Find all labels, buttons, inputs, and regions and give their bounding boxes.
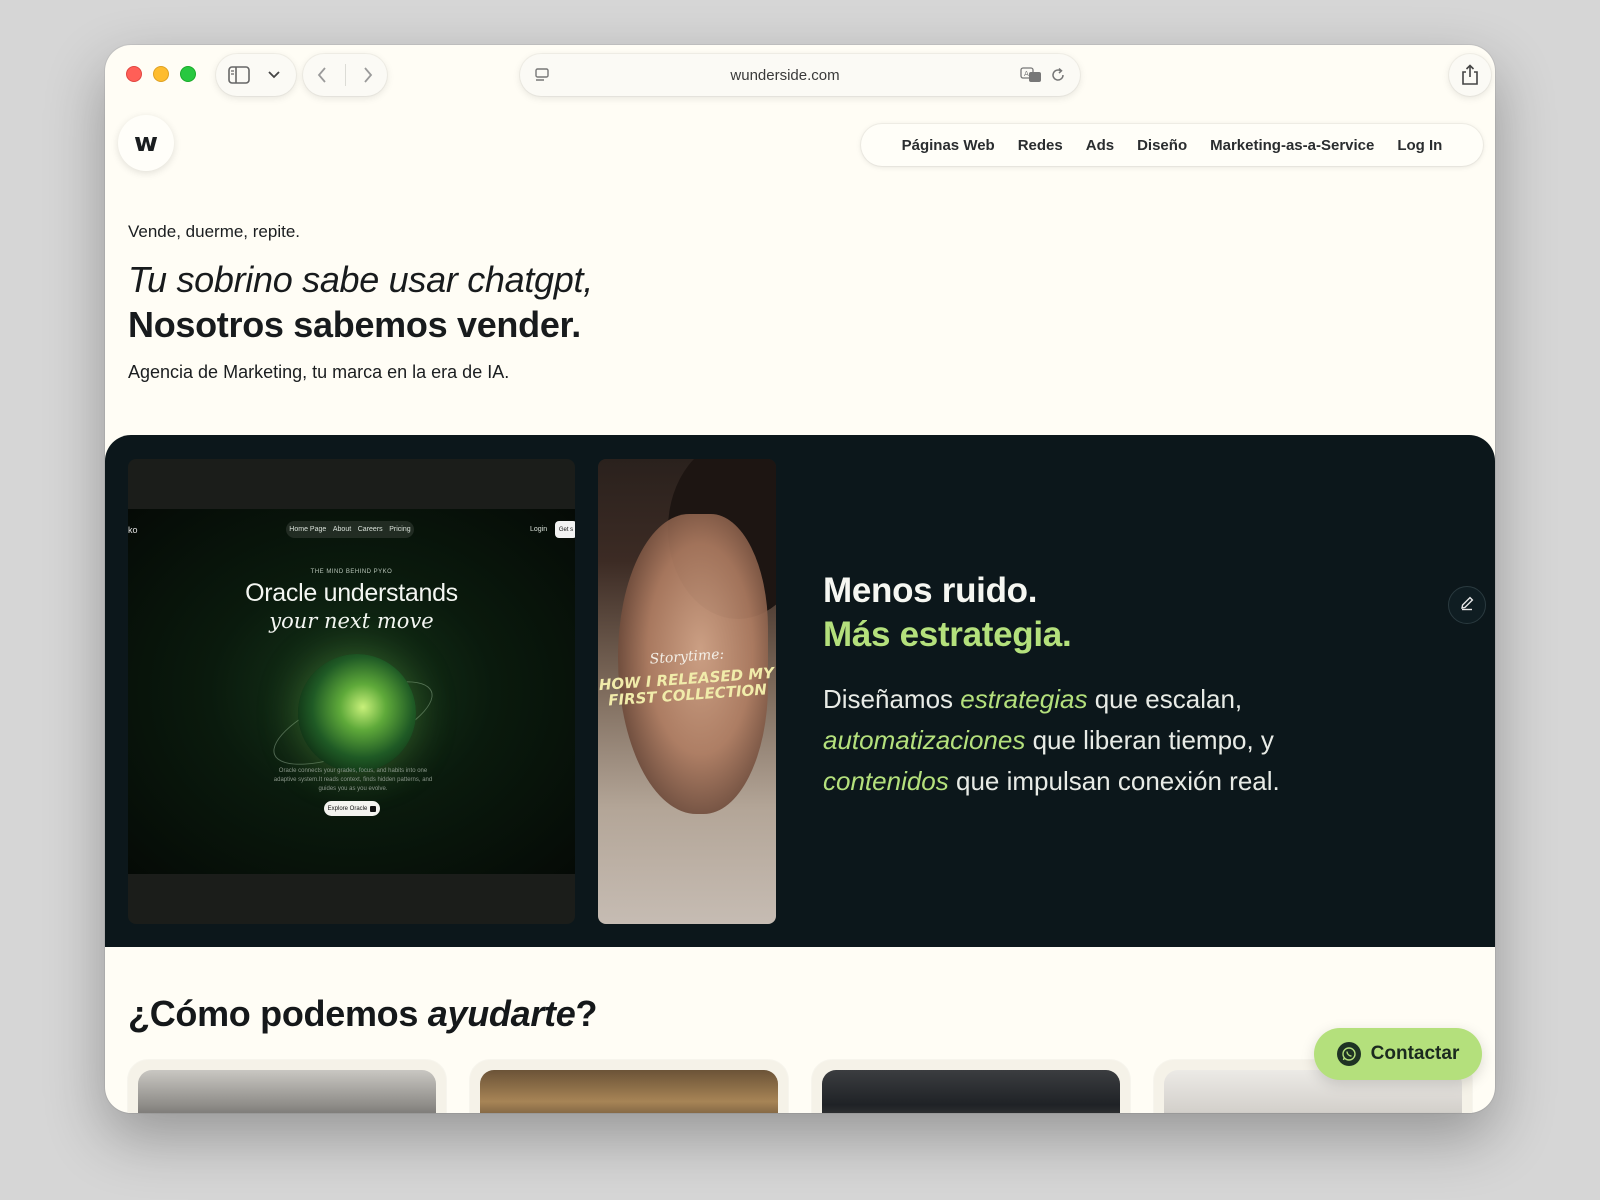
mockup-explore-label: Explore Oracle: [327, 805, 368, 812]
body-emphasis-estrategias: estrategias: [960, 684, 1088, 714]
site-logo[interactable]: w: [118, 115, 174, 171]
reload-icon[interactable]: [1050, 67, 1066, 83]
history-nav-group: [303, 54, 387, 96]
showcase-title-line1: Menos ruido.: [823, 571, 1038, 610]
mockup-nav: Home Page About Careers Pricing: [286, 521, 414, 538]
mockup-explore-button: Explore Oracle: [324, 801, 380, 816]
mockup-brand: ko: [128, 525, 138, 535]
mockup-login: Login: [530, 526, 548, 533]
help-title-end: ?: [575, 993, 598, 1034]
site-nav: Páginas Web Redes Ads Diseño Marketing-a…: [861, 124, 1483, 166]
mockup-nav-item: Careers: [357, 526, 383, 533]
window-controls: [126, 66, 196, 82]
help-section-title: ¿Cómo podemos ayudarte?: [128, 993, 597, 1035]
share-button[interactable]: [1449, 54, 1491, 96]
zoom-window-button[interactable]: [180, 66, 196, 82]
nav-item-log-in[interactable]: Log In: [1397, 137, 1442, 154]
mockup-subtitle: your next move: [269, 609, 434, 633]
mockup-screen: ko Home Page About Careers Pricing Login…: [128, 509, 575, 874]
back-arrow-icon[interactable]: [317, 67, 327, 83]
nav-item-diseno[interactable]: Diseño: [1137, 137, 1187, 154]
nav-divider: [344, 64, 346, 86]
sidebar-icon[interactable]: [228, 66, 250, 84]
showcase-body: Diseñamos estrategias que escalan, autom…: [823, 679, 1363, 802]
nav-item-paginas-web[interactable]: Páginas Web: [902, 137, 995, 154]
nav-item-ads[interactable]: Ads: [1086, 137, 1114, 154]
share-icon: [1461, 64, 1479, 86]
mockup-nav-item: Pricing: [389, 526, 411, 533]
mockup-description: Oracle connects your grades, focus, and …: [273, 768, 433, 792]
service-card-image: [480, 1070, 778, 1113]
contact-button-label: Contactar: [1370, 1043, 1460, 1064]
mockup-cta: Get s: [555, 521, 575, 538]
mockup-nav-item: Home Page: [289, 526, 327, 533]
arrow-icon: [370, 805, 377, 812]
sidebar-toggle-group: [216, 54, 296, 96]
body-text: que impulsan conexión real.: [948, 766, 1280, 796]
minimize-window-button[interactable]: [153, 66, 169, 82]
contact-button[interactable]: Contactar: [1314, 1028, 1482, 1080]
body-emphasis-contenidos: contenidos: [823, 766, 949, 796]
nav-item-marketing-as-a-service[interactable]: Marketing-as-a-Service: [1210, 137, 1374, 154]
forward-arrow-icon[interactable]: [363, 67, 373, 83]
mockup-nav-item: About: [332, 526, 352, 533]
body-text: que escalan,: [1087, 684, 1243, 714]
whatsapp-icon: [1336, 1042, 1361, 1066]
chevron-down-icon[interactable]: [268, 71, 280, 79]
mockup-kicker: THE MIND BEHIND PYKO: [310, 569, 393, 575]
svg-text:A: A: [1024, 70, 1029, 78]
hero-headline-bold: Nosotros sabemos vender.: [128, 304, 581, 345]
mockup-title: Oracle understands: [245, 579, 458, 607]
page-menu-icon[interactable]: [534, 67, 550, 83]
hero-tagline: Vende, duerme, repite.: [128, 222, 301, 241]
website-mockup-media[interactable]: ko Home Page About Careers Pricing Login…: [128, 459, 575, 924]
storytime-video-media[interactable]: Storytime: HOW I RELEASED MY FIRST COLLE…: [598, 459, 776, 924]
hero-headline-italic: Tu sobrino sabe usar chatgpt,: [128, 259, 593, 300]
service-card-image: [822, 1070, 1120, 1113]
body-text: Diseñamos: [823, 684, 961, 714]
showcase-title-line2: Más estrategia.: [823, 615, 1072, 654]
help-title-italic: ayudarte: [427, 993, 576, 1034]
help-title-plain: ¿Cómo podemos: [128, 993, 428, 1034]
logo-text: w: [133, 128, 159, 158]
nav-item-redes[interactable]: Redes: [1018, 137, 1063, 154]
service-card-image: [138, 1070, 436, 1113]
browser-window: wunderside.com A w Páginas Web Redes Ads…: [105, 45, 1495, 1113]
address-bar[interactable]: wunderside.com A: [520, 54, 1080, 96]
glowing-globe-image: [298, 654, 416, 772]
close-window-button[interactable]: [126, 66, 142, 82]
pencil-icon: [1459, 595, 1475, 616]
edit-button[interactable]: [1448, 586, 1486, 624]
body-text: que liberan tiempo, y: [1025, 725, 1274, 755]
showcase-section: ko Home Page About Careers Pricing Login…: [105, 435, 1495, 947]
service-card[interactable]: [812, 1060, 1130, 1113]
service-card[interactable]: [128, 1060, 446, 1113]
url-text[interactable]: wunderside.com: [550, 67, 1020, 84]
service-card[interactable]: [470, 1060, 788, 1113]
translate-icon[interactable]: A: [1020, 67, 1042, 83]
body-emphasis-automatizaciones: automatizaciones: [823, 725, 1026, 755]
hero-subline: Agencia de Marketing, tu marca en la era…: [128, 362, 510, 382]
